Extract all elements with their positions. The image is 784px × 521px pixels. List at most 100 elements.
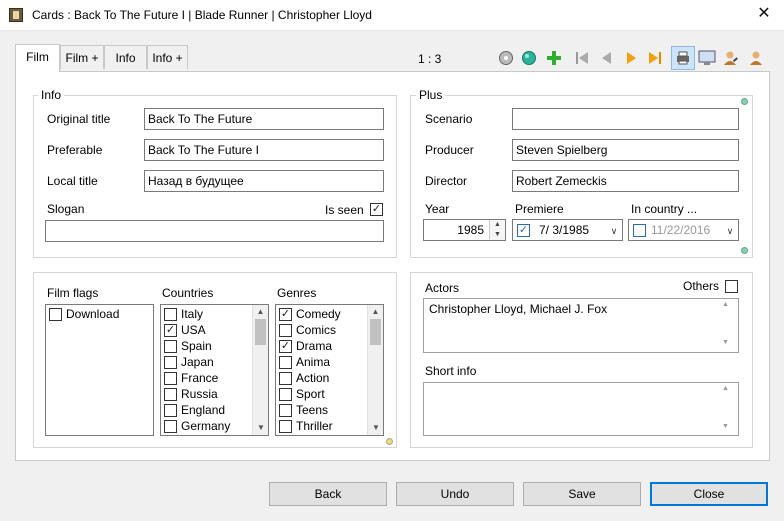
country-checkbox[interactable]: ✓	[164, 323, 177, 337]
year-spinbox[interactable]: 1985 ▲ ▼	[423, 219, 506, 241]
green-ball-icon[interactable]	[519, 48, 539, 68]
scroll-up-icon[interactable]: ▲	[722, 301, 729, 308]
genre-checkbox[interactable]: ✓	[279, 307, 292, 321]
others-label: Others	[683, 279, 720, 293]
list-item-label: USA	[181, 323, 206, 337]
status-indicator-icon	[741, 247, 748, 254]
original-title-label: Original title	[47, 112, 111, 126]
others-checkbox[interactable]	[725, 280, 738, 293]
user-icon[interactable]	[746, 48, 766, 68]
in-country-checkbox[interactable]	[633, 224, 646, 237]
in-country-value: 11/22/2016	[651, 223, 711, 237]
app-icon	[9, 8, 23, 22]
chevron-down-icon[interactable]: ∨	[606, 220, 622, 240]
scroll-down-icon[interactable]: ▼	[722, 339, 729, 346]
in-country-datepicker[interactable]: 11/22/2016 ∨	[628, 219, 739, 241]
save-button[interactable]: Save	[523, 482, 641, 506]
previous-record-icon[interactable]	[597, 48, 617, 68]
scenario-field[interactable]	[512, 108, 739, 130]
print-icon[interactable]	[671, 46, 695, 70]
actors-value: Christopher Lloyd, Michael J. Fox	[429, 302, 608, 316]
tab-film-plus[interactable]: Film +	[60, 45, 104, 69]
window-title: Cards : Back To The Future I | Blade Run…	[32, 8, 372, 22]
spin-up-icon[interactable]: ▲	[489, 220, 505, 230]
countries-scrollbar[interactable]: ▲ ▼	[252, 305, 268, 435]
list-item-label: Italy	[181, 307, 204, 321]
chevron-down-icon[interactable]: ∨	[722, 220, 738, 240]
preferable-field[interactable]: Back To The Future I	[144, 139, 384, 161]
countries-list[interactable]: Italy ✓ USA Spain Japan France Russia Eng…	[160, 304, 269, 436]
year-label: Year	[425, 202, 450, 216]
record-counter: 1 : 3	[418, 52, 442, 66]
country-checkbox[interactable]	[164, 339, 177, 353]
premiere-datepicker[interactable]: ✓ 7/ 3/1985 ∨	[512, 219, 623, 241]
local-title-label: Local title	[47, 174, 98, 188]
scroll-up-icon[interactable]: ▲	[253, 305, 268, 319]
film-flags-list[interactable]: Download	[45, 304, 154, 436]
genre-checkbox[interactable]	[279, 323, 292, 337]
scroll-down-icon[interactable]: ▼	[368, 421, 383, 435]
scroll-down-icon[interactable]: ▼	[253, 421, 268, 435]
country-checkbox[interactable]	[164, 419, 177, 433]
tab-info-plus[interactable]: Info +	[147, 45, 188, 69]
actors-field[interactable]: Christopher Lloyd, Michael J. Fox ▲ ▼	[423, 298, 739, 353]
local-title-field[interactable]: Назад в будущее	[144, 170, 384, 192]
download-checkbox[interactable]	[49, 307, 62, 321]
spin-down-icon[interactable]: ▼	[489, 230, 505, 240]
country-checkbox[interactable]	[164, 403, 177, 417]
user-edit-icon[interactable]	[721, 48, 741, 68]
genres-list[interactable]: ✓ Comedy Comics ✓ Drama Anima Action Sport…	[275, 304, 384, 436]
genre-checkbox[interactable]: ✓	[279, 339, 292, 353]
window-close-button[interactable]: ✕	[752, 3, 776, 25]
scroll-thumb[interactable]	[255, 319, 266, 345]
next-record-icon[interactable]	[621, 48, 641, 68]
list-item-label: Download	[66, 307, 120, 321]
short-info-field[interactable]: ▲ ▼	[423, 382, 739, 436]
genre-checkbox[interactable]	[279, 387, 292, 401]
plus-group-title: Plus	[416, 88, 446, 102]
premiere-checkbox[interactable]: ✓	[517, 224, 530, 237]
genres-scrollbar[interactable]: ▲ ▼	[367, 305, 383, 435]
list-item[interactable]: Download	[46, 306, 153, 322]
genre-checkbox[interactable]	[279, 355, 292, 369]
slogan-field[interactable]	[45, 220, 384, 242]
scroll-up-icon[interactable]: ▲	[722, 385, 729, 392]
add-icon[interactable]	[544, 48, 564, 68]
status-indicator-icon	[386, 438, 393, 445]
genre-checkbox[interactable]	[279, 403, 292, 417]
producer-field[interactable]: Steven Spielberg	[512, 139, 739, 161]
country-checkbox[interactable]	[164, 371, 177, 385]
back-button[interactable]: Back	[269, 482, 387, 506]
close-button[interactable]: Close	[650, 482, 768, 506]
is-seen-checkbox[interactable]: ✓	[370, 203, 383, 216]
country-checkbox[interactable]	[164, 307, 177, 321]
last-record-icon[interactable]	[645, 48, 665, 68]
info-group-title: Info	[38, 88, 65, 102]
countries-label: Countries	[162, 286, 214, 300]
undo-button[interactable]: Undo	[396, 482, 514, 506]
list-item-label: Teens	[296, 403, 329, 417]
genres-label: Genres	[277, 286, 317, 300]
status-indicator-icon	[741, 98, 748, 105]
year-value: 1985	[457, 223, 484, 237]
monitor-icon[interactable]	[697, 48, 717, 68]
film-reel-icon[interactable]	[496, 48, 516, 68]
tab-film[interactable]: Film	[15, 44, 60, 72]
producer-label: Producer	[425, 143, 474, 157]
country-checkbox[interactable]	[164, 387, 177, 401]
list-item-label: Comedy	[296, 307, 341, 321]
scroll-thumb[interactable]	[370, 319, 381, 345]
genre-checkbox[interactable]	[279, 419, 292, 433]
list-item-label: Spain	[181, 339, 212, 353]
director-field[interactable]: Robert Zemeckis	[512, 170, 739, 192]
scenario-label: Scenario	[425, 112, 473, 126]
actors-label: Actors	[425, 281, 460, 295]
scroll-up-icon[interactable]: ▲	[368, 305, 383, 319]
scroll-down-icon[interactable]: ▼	[722, 423, 729, 430]
genre-checkbox[interactable]	[279, 371, 292, 385]
tab-info[interactable]: Info	[104, 45, 147, 69]
director-label: Director	[425, 174, 468, 188]
first-record-icon[interactable]	[572, 48, 592, 68]
country-checkbox[interactable]	[164, 355, 177, 369]
original-title-field[interactable]: Back To The Future	[144, 108, 384, 130]
